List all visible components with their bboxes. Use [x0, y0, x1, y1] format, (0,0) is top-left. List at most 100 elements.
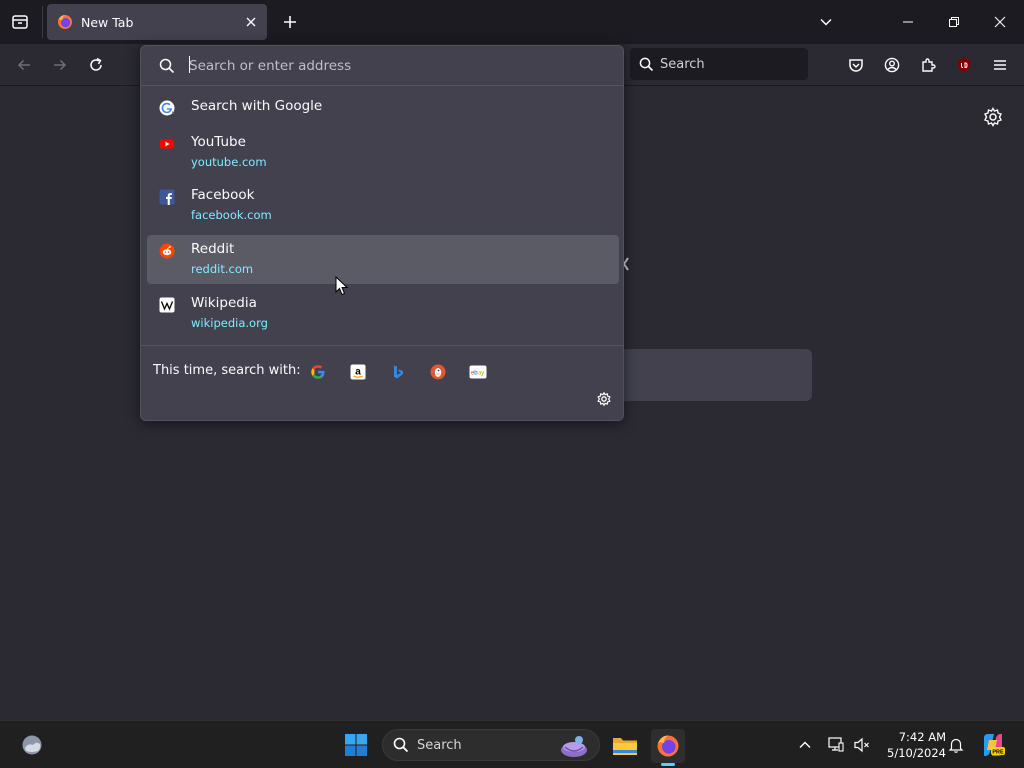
- search-settings-button[interactable]: [593, 388, 615, 410]
- taskbar-search-box[interactable]: Search: [382, 729, 600, 761]
- new-tab-button[interactable]: [278, 10, 302, 34]
- network-icon: [828, 737, 844, 752]
- windows-taskbar: Search 7:42 AM 5/10/2024 PRE: [0, 720, 1024, 768]
- close-window-button[interactable]: [986, 8, 1014, 36]
- suggestion-title: YouTube: [191, 134, 246, 150]
- tab-new-tab[interactable]: New Tab: [47, 4, 267, 40]
- one-off-bing-button[interactable]: [386, 360, 410, 384]
- wikipedia-icon: [159, 297, 175, 313]
- copilot-button[interactable]: PRE: [980, 732, 1006, 758]
- search-highlight-icon: [561, 736, 587, 757]
- close-icon: [246, 17, 256, 27]
- reload-button[interactable]: [84, 53, 108, 77]
- suggestion-title: Reddit: [191, 241, 235, 257]
- volume-tray-button[interactable]: [852, 735, 872, 755]
- suggestion-url: facebook.com: [191, 208, 272, 222]
- arrow-right-icon: [54, 59, 67, 71]
- extensions-button[interactable]: [916, 53, 940, 77]
- notifications-button[interactable]: [946, 735, 966, 755]
- google-icon: [159, 100, 175, 116]
- one-off-amazon-button[interactable]: a: [346, 360, 370, 384]
- chevron-up-icon: [799, 741, 811, 748]
- suggestion-url: youtube.com: [191, 155, 267, 169]
- forward-button[interactable]: [48, 53, 72, 77]
- puzzle-icon: [922, 58, 936, 72]
- suggestion-facebook[interactable]: Facebook facebook.com: [147, 181, 619, 229]
- suggestion-wikipedia[interactable]: Wikipedia wikipedia.org: [147, 289, 619, 337]
- svg-text:y: y: [481, 371, 484, 377]
- firefox-view-button[interactable]: [8, 10, 32, 34]
- restore-icon: [949, 17, 959, 27]
- arrow-left-icon: [17, 59, 30, 71]
- minimize-button[interactable]: [894, 8, 922, 36]
- urlbar-input-row: [141, 46, 623, 86]
- tab-title: New Tab: [81, 14, 134, 30]
- start-button[interactable]: [344, 733, 368, 757]
- account-button[interactable]: [880, 53, 904, 77]
- gear-icon: [984, 107, 1002, 127]
- one-off-ebay-button[interactable]: e b a y: [466, 360, 490, 384]
- chevron-down-icon: [820, 18, 832, 26]
- firefox-icon: [657, 735, 679, 757]
- ublock-origin-icon: [958, 58, 970, 72]
- suggestion-url: wikipedia.org: [191, 316, 268, 330]
- account-icon: [884, 57, 900, 73]
- suggestion-search-with-google[interactable]: Search with Google: [147, 92, 619, 124]
- mouse-pointer-icon: [335, 276, 349, 296]
- new-tab-search-box[interactable]: [600, 349, 812, 401]
- weather-icon: [22, 735, 42, 755]
- bell-icon: [948, 738, 964, 753]
- widgets-button[interactable]: [20, 733, 44, 757]
- firefox-view-icon: [12, 15, 28, 29]
- suggestion-title: Search with Google: [191, 98, 323, 114]
- list-all-tabs-button[interactable]: [814, 10, 838, 34]
- show-hidden-icons-button[interactable]: [795, 735, 815, 755]
- clock-time: 7:42 AM: [898, 730, 946, 744]
- facebook-icon: [159, 189, 175, 205]
- bing-icon: [394, 365, 403, 379]
- urlbar-dropdown: Search with Google YouTube youtube.com F…: [140, 45, 624, 421]
- reload-icon: [90, 57, 102, 71]
- duckduckgo-icon: [430, 364, 446, 380]
- taskbar-clock[interactable]: 7:42 AM 5/10/2024: [878, 729, 946, 761]
- network-tray-button[interactable]: [826, 735, 846, 755]
- taskbar-search-label: Search: [417, 737, 462, 753]
- minimize-icon: [903, 21, 913, 23]
- plus-icon: [284, 16, 296, 28]
- back-button[interactable]: [12, 53, 36, 77]
- one-off-google-button[interactable]: [306, 360, 330, 384]
- search-icon: [393, 737, 409, 753]
- urlbar-input[interactable]: [189, 53, 589, 78]
- gear-icon: [597, 391, 611, 407]
- suggestion-title: Wikipedia: [191, 295, 257, 311]
- ublock-origin-button[interactable]: [952, 53, 976, 77]
- toolbar-search-box[interactable]: Search: [630, 48, 808, 80]
- active-app-indicator: [661, 763, 675, 766]
- one-off-search-label: This time, search with:: [153, 363, 301, 378]
- panel-divider: [141, 345, 623, 346]
- youtube-icon: [160, 139, 174, 149]
- speaker-muted-icon: [854, 737, 869, 753]
- windows-logo-icon: [345, 734, 367, 756]
- search-icon: [639, 57, 654, 71]
- suggestion-youtube[interactable]: YouTube youtube.com: [147, 128, 619, 176]
- suggestion-url: reddit.com: [191, 262, 254, 276]
- tab-close-button[interactable]: [243, 14, 259, 30]
- reddit-icon: [159, 243, 175, 259]
- app-menu-button[interactable]: [988, 53, 1012, 77]
- pocket-icon: [849, 59, 863, 72]
- text-caret: [189, 56, 190, 73]
- customize-new-tab-button[interactable]: [982, 106, 1004, 128]
- tab-separator: [42, 6, 43, 38]
- pocket-button[interactable]: [844, 53, 868, 77]
- toolbar-search-placeholder: Search: [660, 56, 705, 72]
- firefox-icon: [58, 15, 72, 29]
- suggestion-reddit[interactable]: Reddit reddit.com: [147, 235, 619, 284]
- search-icon: [159, 58, 175, 73]
- ebay-icon: e b a y: [469, 365, 487, 379]
- restore-button[interactable]: [940, 8, 968, 36]
- one-off-duckduckgo-button[interactable]: [426, 360, 450, 384]
- suggestion-title: Facebook: [191, 187, 255, 203]
- firefox-taskbar-button[interactable]: [651, 729, 685, 763]
- file-explorer-button[interactable]: [608, 729, 642, 763]
